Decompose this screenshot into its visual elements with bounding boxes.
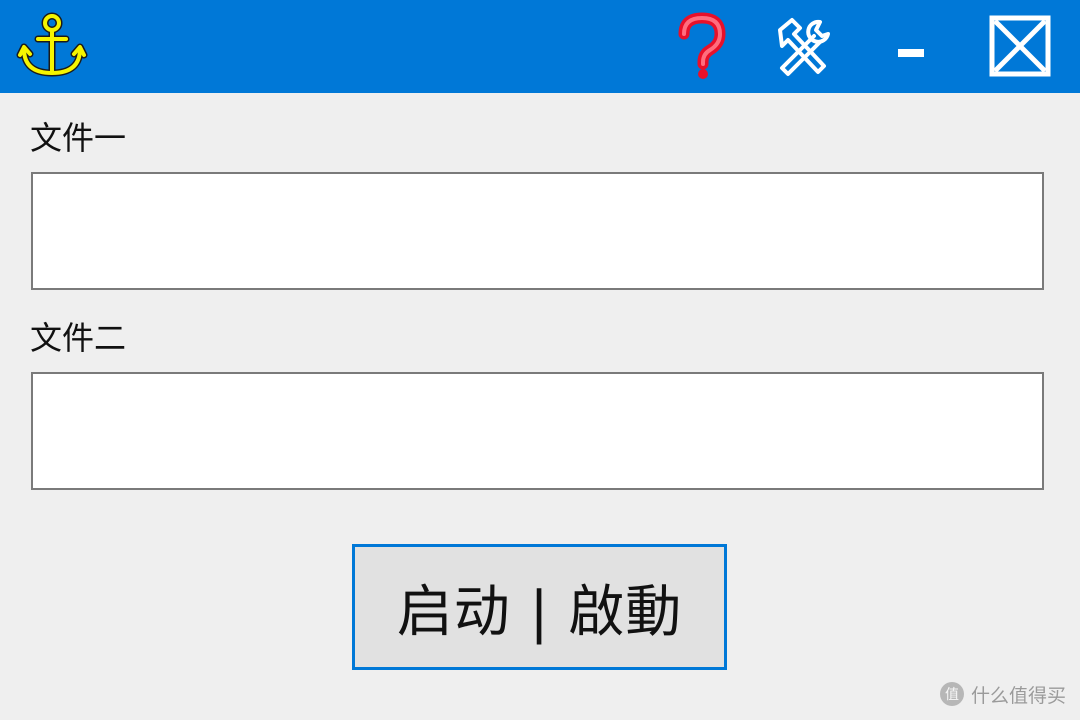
title-bar[interactable]: [0, 0, 1080, 93]
settings-button[interactable]: [770, 12, 834, 80]
close-button[interactable]: [988, 12, 1052, 80]
smzdm-logo-icon: 值: [939, 682, 964, 706]
help-button[interactable]: [670, 12, 734, 80]
watermark: 值 什么值得买: [939, 678, 1066, 710]
anchor-icon: [16, 11, 88, 83]
file2-label: 文件二: [30, 319, 127, 357]
file2-input[interactable]: [31, 372, 1044, 490]
minimize-icon: [898, 49, 924, 57]
file1-label: 文件一: [30, 119, 127, 157]
watermark-text: 什么值得买: [970, 684, 1066, 707]
tools-icon: [778, 18, 830, 76]
question-mark-icon: [678, 12, 726, 79]
file1-input[interactable]: [31, 172, 1044, 290]
minimize-button[interactable]: [878, 12, 942, 80]
svg-text:值: 值: [945, 687, 959, 703]
start-button[interactable]: 启动 | 啟動: [352, 544, 727, 670]
close-box-icon: [989, 15, 1051, 77]
app-window: 文件一 文件二 启动 | 啟動 值 什么值得买: [0, 0, 1080, 720]
